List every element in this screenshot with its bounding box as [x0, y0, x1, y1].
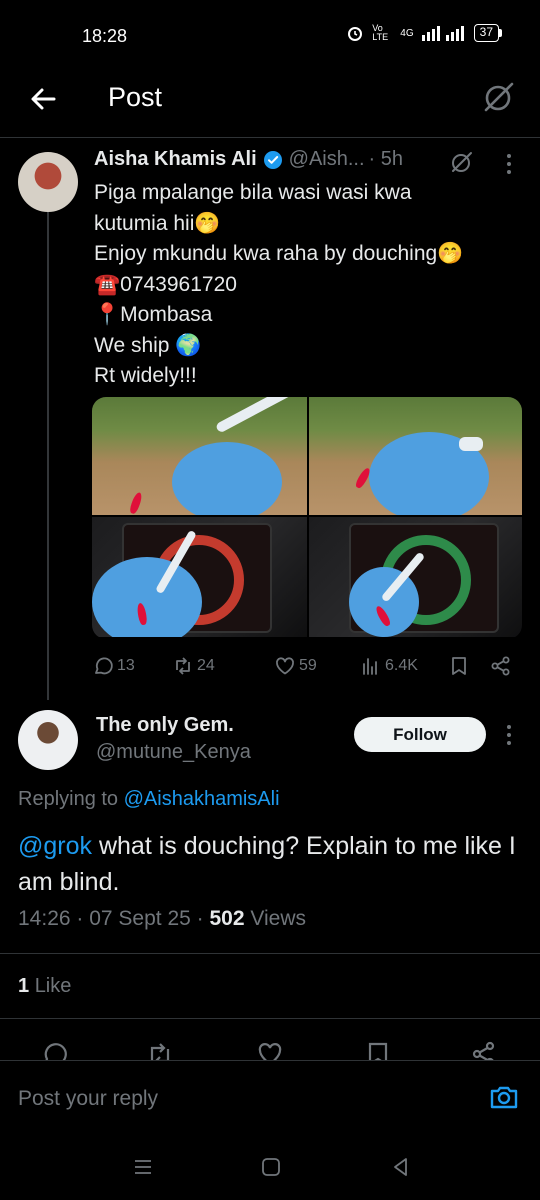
post-line: ☎️0743961720: [94, 272, 237, 296]
heart-icon: [276, 657, 294, 675]
like-count: 1: [18, 975, 30, 997]
reply-action[interactable]: 13: [92, 655, 135, 677]
thread-line: [47, 212, 49, 700]
media-image[interactable]: [309, 397, 522, 515]
recents-menu-icon[interactable]: [132, 1156, 154, 1178]
home-icon[interactable]: [260, 1156, 282, 1178]
post-line: Rt widely!!!: [94, 364, 197, 387]
like-action[interactable]: 59: [274, 655, 317, 677]
camera-icon[interactable]: [488, 1081, 520, 1113]
volte-icon: Vo LTE: [372, 23, 389, 42]
author-name[interactable]: Aisha Khamis Ali: [94, 148, 257, 171]
author-handle[interactable]: @Aish...: [289, 148, 365, 171]
repost-count: 24: [197, 657, 215, 674]
back-icon[interactable]: [390, 1156, 412, 1178]
post-line: Enjoy mkundu kwa raha by douching🤭: [94, 242, 464, 265]
divider: [0, 1018, 540, 1019]
grok-icon[interactable]: [482, 80, 516, 114]
likes-summary[interactable]: 1 Like: [18, 975, 71, 998]
status-icons: Vo LTE 4G 37: [346, 24, 502, 42]
status-time: 18:28: [82, 26, 128, 46]
alarm-icon: [348, 27, 363, 41]
grok-mention-link[interactable]: @grok: [18, 832, 92, 860]
media-image[interactable]: [309, 517, 522, 637]
signal-bars-icon: [421, 26, 464, 41]
author-name[interactable]: The only Gem.: [96, 714, 234, 737]
author-handle[interactable]: @mutune_Kenya: [96, 741, 251, 764]
avatar[interactable]: [18, 152, 78, 212]
like-count: 59: [299, 657, 317, 674]
views-count: 6.4K: [385, 657, 418, 674]
reply-icon[interactable]: [40, 1040, 68, 1060]
media-grid: [92, 397, 522, 639]
post-time: · 5h: [368, 148, 403, 170]
analytics-icon: [363, 658, 377, 675]
page-title: Post: [108, 82, 163, 112]
verified-badge-icon: [263, 150, 282, 169]
system-nav-bar: [0, 1136, 540, 1200]
reply-text: @grok what is douching? Explain to me li…: [18, 828, 522, 900]
views-action[interactable]: 6.4K: [360, 655, 418, 677]
follow-button[interactable]: Follow: [354, 717, 486, 752]
post-time: 14:26: [18, 907, 71, 930]
divider: [0, 953, 540, 954]
post-header: Aisha Khamis Ali @Aish... · 5h: [94, 148, 403, 171]
post-meta: 14:26 · 07 Sept 25 · 502 Views: [18, 907, 307, 930]
more-options-icon[interactable]: [506, 725, 512, 747]
detail-actions: [0, 1040, 540, 1060]
reply-body: what is douching? Explain to me like I a…: [18, 832, 516, 896]
post-actions: 13 24 59 6.4K: [92, 652, 522, 680]
bookmark-icon[interactable]: [448, 655, 470, 677]
heart-icon[interactable]: [256, 1040, 284, 1060]
replying-mention-link[interactable]: @AishakhamisAli: [124, 788, 280, 810]
battery-level: 37: [473, 24, 499, 42]
repost-action[interactable]: 24: [172, 655, 215, 677]
bookmark-icon[interactable]: [364, 1040, 392, 1060]
avatar[interactable]: [18, 710, 78, 770]
post-line: Piga mpalange bila wasi wasi kwa: [94, 181, 412, 204]
reply-composer[interactable]: Post your reply: [0, 1060, 540, 1136]
media-image[interactable]: [92, 397, 307, 515]
post-line: We ship 🌍: [94, 333, 202, 357]
replying-prefix: Replying to: [18, 788, 119, 810]
signal-4g-icon: 4G: [400, 27, 414, 39]
reply-input[interactable]: Post your reply: [18, 1087, 158, 1111]
like-label: Like: [34, 975, 72, 997]
back-arrow-icon[interactable]: [26, 82, 60, 116]
replying-to: Replying to @AishakhamisAli: [18, 788, 280, 811]
reply-icon: [95, 657, 113, 675]
repost-icon[interactable]: [146, 1040, 174, 1060]
share-icon[interactable]: [470, 1040, 498, 1060]
status-bar: 18:28 Vo LTE 4G 37: [0, 0, 540, 72]
top-app-bar: Post: [0, 72, 540, 138]
repost-icon: [176, 657, 190, 675]
views-count: 502: [209, 907, 245, 930]
media-image[interactable]: [92, 517, 307, 637]
post-line: 📍Mombasa: [94, 303, 213, 326]
post-text: Piga mpalange bila wasi wasi kwa kutumia…: [94, 178, 514, 392]
reply-count: 13: [117, 657, 135, 674]
post-date: 07 Sept 25: [89, 907, 191, 930]
views-label: Views: [250, 907, 307, 930]
post-line: kutumia hii🤭: [94, 211, 221, 235]
grok-icon[interactable]: [450, 150, 474, 174]
battery-icon: 37: [473, 24, 502, 42]
share-icon[interactable]: [490, 655, 512, 677]
more-options-icon[interactable]: [506, 154, 512, 176]
